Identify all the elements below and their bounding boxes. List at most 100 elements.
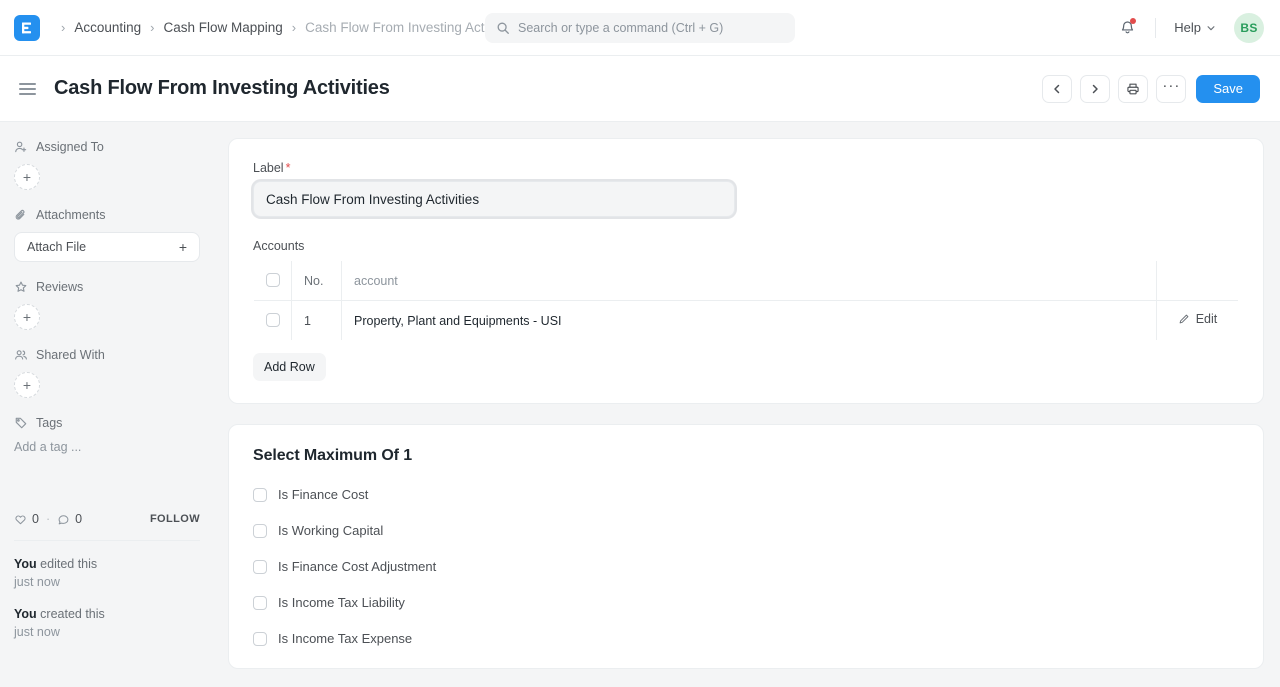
page-header-actions: ··· Save: [1042, 74, 1260, 103]
label-field-label: Label *: [253, 161, 1239, 175]
stats-separator: ·: [45, 512, 51, 526]
header-select-all-cell: [254, 261, 292, 301]
avatar[interactable]: BS: [1234, 12, 1264, 43]
help-menu-button[interactable]: Help: [1170, 16, 1220, 39]
sidebar-section-attachments: Attachments Attach File +: [14, 208, 200, 262]
table-row[interactable]: 1 Property, Plant and Equipments - USI E…: [254, 300, 1239, 341]
top-navbar: › Accounting › Cash Flow Mapping › Cash …: [0, 0, 1280, 56]
form-sidebar: Assigned To + Attachments Attach File +: [0, 122, 226, 687]
is-finance-cost-adjustment-label: Is Finance Cost Adjustment: [278, 559, 437, 574]
reviews-label: Reviews: [36, 280, 84, 294]
assigned-to-header: Assigned To: [14, 140, 200, 154]
activity-timestamp: just now: [14, 575, 60, 590]
print-button[interactable]: [1118, 74, 1149, 103]
add-share-button[interactable]: +: [14, 372, 40, 398]
activity-actor: You: [14, 607, 37, 622]
activity-action: created this: [36, 607, 105, 622]
is-income-tax-expense-label: Is Income Tax Expense: [278, 631, 413, 646]
body-wrapper: Assigned To + Attachments Attach File +: [0, 122, 1280, 687]
breadcrumb-separator-1: ›: [150, 20, 155, 35]
notifications-button[interactable]: [1111, 12, 1143, 44]
erpnext-logo-icon[interactable]: [14, 14, 40, 41]
checkbox-row-is-income-tax-expense[interactable]: Is Income Tax Expense: [253, 631, 1239, 646]
is-working-capital-label: Is Working Capital: [278, 523, 384, 538]
edit-row-button[interactable]: Edit: [1178, 311, 1218, 326]
header-account-cell: account: [341, 261, 1157, 301]
notification-badge-dot: [1130, 17, 1137, 24]
sidebar-section-tags: Tags Add a tag ...: [14, 416, 200, 454]
like-counter[interactable]: 0: [14, 512, 39, 526]
attachments-label: Attachments: [36, 208, 106, 222]
search-box[interactable]: [485, 12, 795, 43]
star-icon: [14, 280, 28, 294]
section-title-select-maximum: Select Maximum Of 1: [253, 447, 413, 464]
activity-item-created: You created this just now: [14, 605, 200, 641]
is-finance-cost-adjustment-checkbox[interactable]: [253, 559, 267, 574]
global-search: [485, 12, 795, 43]
breadcrumb-separator-2: ›: [291, 20, 297, 35]
activity-timestamp: just now: [14, 625, 60, 640]
select-all-checkbox[interactable]: [266, 273, 280, 288]
required-indicator: *: [285, 161, 291, 175]
checkbox-row-is-working-capital[interactable]: Is Working Capital: [253, 523, 1239, 538]
page-header: Cash Flow From Investing Activities ··· …: [0, 56, 1280, 122]
more-actions-button[interactable]: ···: [1156, 74, 1187, 103]
sidebar-section-shared-with: Shared With +: [14, 348, 200, 398]
attach-file-button[interactable]: Attach File +: [14, 232, 200, 262]
user-plus-icon: [14, 140, 28, 154]
checkbox-row-is-finance-cost[interactable]: Is Finance Cost: [253, 487, 1239, 502]
row-checkbox[interactable]: [266, 313, 280, 328]
attach-file-label: Attach File: [27, 240, 87, 254]
search-icon: [496, 21, 510, 35]
attachments-header: Attachments: [14, 208, 200, 222]
edit-label: Edit: [1195, 311, 1218, 326]
label-field-text: Label: [253, 161, 284, 175]
comment-icon: [57, 513, 70, 526]
breadcrumb-item-accounting[interactable]: Accounting: [74, 20, 141, 35]
shared-with-header: Shared With: [14, 348, 200, 362]
card-select-maximum: Select Maximum Of 1 Is Finance Cost Is W…: [228, 424, 1264, 669]
is-income-tax-expense-checkbox[interactable]: [253, 631, 267, 646]
tag-icon: [14, 416, 28, 430]
breadcrumb-separator-0: ›: [61, 20, 66, 35]
is-finance-cost-checkbox[interactable]: [253, 487, 267, 502]
add-review-button[interactable]: +: [14, 304, 40, 330]
checkbox-row-is-income-tax-liability[interactable]: Is Income Tax Liability: [253, 595, 1239, 610]
chevron-right-icon: [1089, 83, 1101, 95]
breadcrumb-item-cash-flow-mapping[interactable]: Cash Flow Mapping: [163, 20, 282, 35]
paperclip-icon: [14, 208, 28, 222]
add-assignment-button[interactable]: +: [14, 164, 40, 190]
help-label: Help: [1174, 20, 1201, 35]
chevron-left-icon: [1051, 83, 1063, 95]
pencil-icon: [1178, 313, 1190, 325]
assigned-to-label: Assigned To: [36, 140, 104, 154]
is-income-tax-liability-checkbox[interactable]: [253, 595, 267, 610]
is-finance-cost-label: Is Finance Cost: [278, 487, 369, 502]
reviews-header: Reviews: [14, 280, 200, 294]
comment-count: 0: [75, 512, 83, 526]
is-working-capital-checkbox[interactable]: [253, 523, 267, 538]
add-row-button[interactable]: Add Row: [253, 353, 326, 381]
accounts-field-label: Accounts: [253, 239, 305, 253]
row-edit-cell: Edit: [1157, 301, 1239, 341]
ellipsis-icon: ···: [1162, 76, 1181, 94]
row-select-cell: [254, 300, 292, 340]
activity-action: edited this: [36, 557, 98, 571]
prev-document-button[interactable]: [1042, 74, 1073, 103]
comment-counter[interactable]: 0: [57, 512, 82, 526]
sidebar-divider: [14, 540, 200, 541]
label-input[interactable]: [253, 181, 735, 217]
next-document-button[interactable]: [1080, 74, 1111, 103]
save-button[interactable]: Save: [1196, 74, 1260, 103]
printer-icon: [1126, 82, 1140, 96]
activity-actor: You: [14, 557, 37, 571]
checkbox-row-is-finance-cost-adjustment[interactable]: Is Finance Cost Adjustment: [253, 559, 1239, 574]
add-tag-input[interactable]: Add a tag ...: [14, 440, 200, 454]
like-count: 0: [32, 512, 39, 526]
header-no-cell: No.: [291, 261, 342, 301]
search-input[interactable]: [518, 20, 784, 35]
hamburger-menu-icon[interactable]: [14, 76, 40, 102]
row-account[interactable]: Property, Plant and Equipments - USI: [341, 300, 1157, 340]
sidebar-section-reviews: Reviews +: [14, 280, 200, 330]
follow-button[interactable]: FOLLOW: [150, 513, 200, 525]
